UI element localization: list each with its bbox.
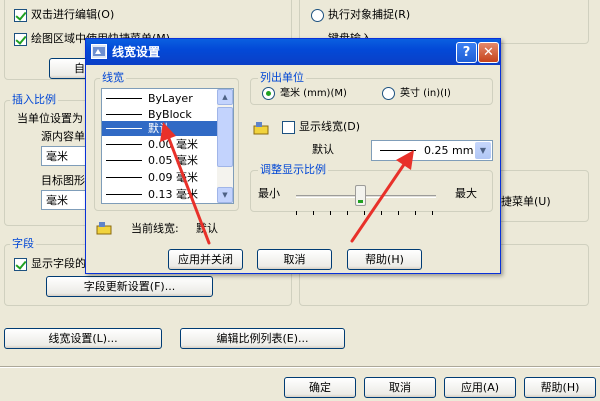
list-item[interactable]: 0.05 毫米 bbox=[102, 153, 218, 168]
list-item[interactable]: 0.00 毫米 bbox=[102, 137, 218, 152]
lineweight-settings-dialog: 线宽设置 ? ✕ 线宽 ByLayer ByBlock 默认 0.00 毫米 0… bbox=[85, 38, 501, 274]
current-lineweight-label: 当前线宽: bbox=[131, 222, 179, 235]
lineweight-list[interactable]: ByLayer ByBlock 默认 0.00 毫米 0.05 毫米 0.09 … bbox=[101, 88, 234, 204]
slider-tick bbox=[330, 211, 331, 215]
help-icon[interactable]: ? bbox=[456, 42, 477, 63]
shortcut-menu-partial-label: 捷菜单(U) bbox=[501, 195, 551, 208]
dialog-title-bar[interactable]: 线宽设置 ? ✕ bbox=[86, 39, 500, 65]
apply-button[interactable]: 应用(A) bbox=[444, 377, 516, 398]
double-click-edit-checkbox[interactable] bbox=[14, 9, 27, 22]
list-item[interactable]: 0.09 毫米 bbox=[102, 170, 218, 185]
target-drawing-label: 目标图形 bbox=[41, 174, 85, 187]
slider-tick bbox=[381, 211, 382, 215]
field-title: 字段 bbox=[10, 237, 36, 251]
source-unit-value: 毫米 bbox=[46, 150, 68, 163]
shortcut-menu-checkbox[interactable] bbox=[14, 33, 27, 46]
line-sample bbox=[106, 114, 142, 115]
lineweights-group-title: 线宽 bbox=[100, 71, 126, 85]
close-icon[interactable]: ✕ bbox=[478, 42, 499, 63]
display-scale-title: 调整显示比例 bbox=[258, 163, 328, 177]
edit-scale-list-button[interactable]: 编辑比例列表(E)... bbox=[180, 328, 345, 349]
current-lineweight-value: 默认 bbox=[196, 222, 218, 235]
unit-mm-radio[interactable] bbox=[262, 87, 275, 100]
unit-inch-label: 英寸 (in)(I) bbox=[400, 88, 451, 99]
scroll-up-icon[interactable]: ▲ bbox=[217, 89, 233, 105]
default-line-sample bbox=[380, 150, 416, 151]
scale-slider-track[interactable] bbox=[296, 195, 436, 198]
target-unit-value: 毫米 bbox=[46, 194, 68, 207]
ok-button[interactable]: 确定 bbox=[284, 377, 356, 398]
apply-close-button[interactable]: 应用并关闭 bbox=[168, 249, 243, 270]
line-sample bbox=[106, 177, 142, 178]
display-lineweight-checkbox[interactable] bbox=[282, 121, 295, 134]
double-click-edit-label: 双击进行编辑(O) bbox=[31, 8, 115, 21]
cancel-button[interactable]: 取消 bbox=[364, 377, 436, 398]
slider-tick bbox=[364, 211, 365, 215]
list-item[interactable]: 0.13 毫米 bbox=[102, 187, 218, 202]
line-sample bbox=[106, 128, 142, 129]
display-lineweight-label: 显示线宽(D) bbox=[299, 120, 361, 133]
line-sample bbox=[106, 98, 142, 99]
help-button[interactable]: 帮助(H) bbox=[524, 377, 596, 398]
insert-scale-title: 插入比例 bbox=[10, 93, 58, 107]
field-display-label: 显示字段的 bbox=[31, 257, 86, 270]
insert-units-label: 当单位设置为 bbox=[17, 112, 83, 125]
default-label: 默认 bbox=[312, 143, 334, 156]
slider-tick bbox=[432, 211, 433, 215]
field-display-checkbox[interactable] bbox=[14, 258, 27, 271]
line-sample bbox=[106, 144, 142, 145]
dialog-help-button[interactable]: 帮助(H) bbox=[347, 249, 422, 270]
default-lineweight-select[interactable]: 0.25 mm ▼ bbox=[371, 140, 493, 161]
slider-tick bbox=[398, 211, 399, 215]
default-lineweight-value: 0.25 mm bbox=[424, 144, 474, 157]
list-item[interactable]: ByLayer bbox=[102, 91, 218, 106]
dialog-cancel-button[interactable]: 取消 bbox=[257, 249, 332, 270]
current-lineweight-icon bbox=[96, 221, 112, 235]
scale-slider-thumb[interactable] bbox=[355, 185, 366, 206]
scale-max-label: 最大 bbox=[455, 187, 477, 200]
object-snap-radio[interactable] bbox=[311, 9, 324, 22]
field-update-button[interactable]: 字段更新设置(F)... bbox=[46, 276, 213, 297]
lineweight-settings-button[interactable]: 线宽设置(L)... bbox=[4, 328, 162, 349]
list-item[interactable]: ByBlock bbox=[102, 107, 218, 122]
dialog-title: 线宽设置 bbox=[112, 45, 161, 59]
unit-inch-radio[interactable] bbox=[382, 87, 395, 100]
object-snap-label: 执行对象捕捉(R) bbox=[328, 8, 411, 21]
unit-mm-label: 毫米 (mm)(M) bbox=[280, 88, 347, 99]
slider-tick bbox=[415, 211, 416, 215]
slider-tick bbox=[347, 211, 348, 215]
slider-tick bbox=[313, 211, 314, 215]
chevron-down-icon[interactable]: ▼ bbox=[475, 142, 491, 159]
display-lineweight-icon bbox=[253, 121, 269, 135]
panel-bottom-divider bbox=[0, 366, 600, 368]
scale-min-label: 最小 bbox=[258, 187, 280, 200]
list-item-selected[interactable]: 默认 bbox=[102, 121, 218, 136]
slider-tick bbox=[296, 211, 297, 215]
units-group-title: 列出单位 bbox=[258, 71, 306, 85]
lineweight-app-icon bbox=[91, 44, 107, 59]
line-sample bbox=[106, 194, 142, 195]
source-content-label: 源内容单 bbox=[41, 130, 85, 143]
lineweight-list-scrollbar[interactable]: ▲ ▼ bbox=[217, 89, 233, 203]
scroll-down-icon[interactable]: ▼ bbox=[217, 187, 233, 203]
line-sample bbox=[106, 160, 142, 161]
scroll-thumb[interactable] bbox=[217, 107, 233, 167]
